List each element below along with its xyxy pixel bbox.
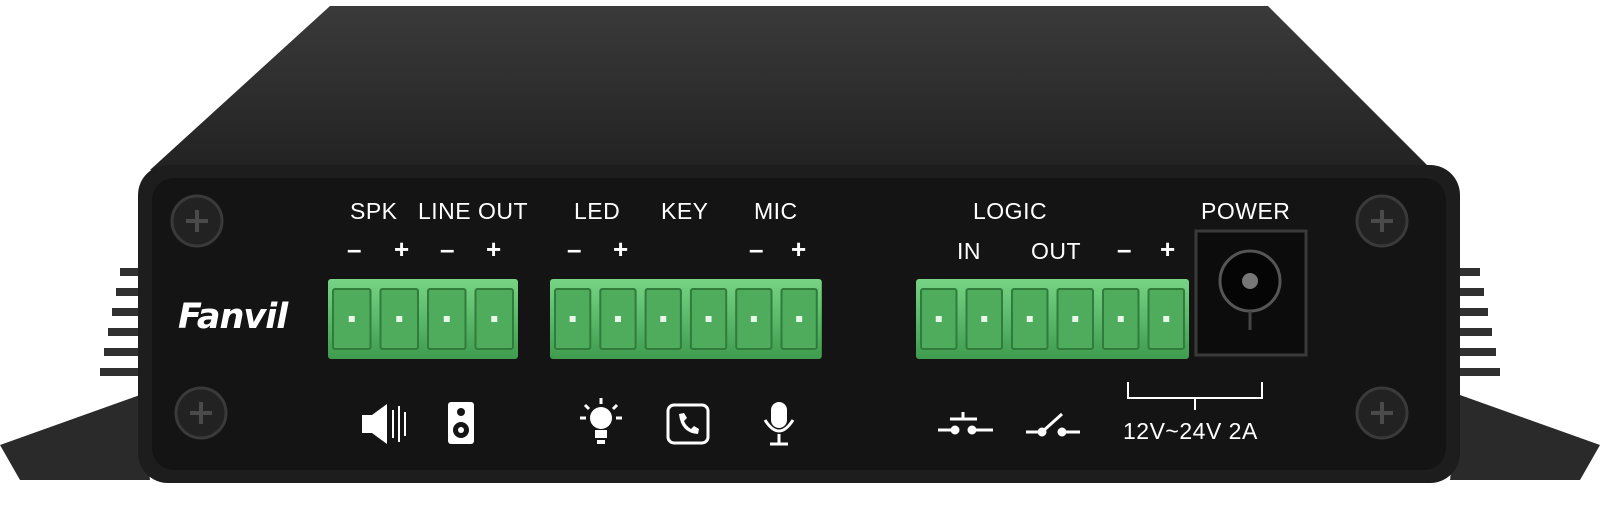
right-flange [1450,395,1600,480]
power-rating-label: 12V~24V 2A [1123,418,1258,444]
line-out-minus: – [440,234,455,264]
line-out-plus: + [486,234,502,264]
logic-in-label: IN [957,238,981,264]
logic-label: LOGIC [973,198,1048,224]
left-flange [0,395,150,480]
spk-minus: – [347,234,362,264]
line-out-label: LINE OUT [418,198,529,224]
io-terminal-pin-screw [705,316,712,322]
screw-top-right [1355,194,1409,248]
io-terminal-pin-screw [660,316,667,322]
device-photo: Fanvil SPK LINE OUT LED KEY MIC LOGIC PO… [0,0,1600,506]
io-terminal-pin-screw [750,316,757,322]
audio-terminal-pin-screw [396,316,403,322]
logic-terminal-pin-screw [981,316,988,322]
logic-terminal-pin-screw [1117,316,1124,322]
logic-terminal-pin-screw [1163,316,1170,322]
device-lid [150,6,1432,170]
audio-terminal-pin-screw [443,316,450,322]
power-jack-icon [1194,229,1308,357]
audio-terminal-pin-screw [491,316,498,322]
io-terminal-pin-screw [569,316,576,322]
logic-minus: – [1117,234,1132,264]
mic-plus: + [791,234,807,264]
logic-terminal-pin-screw [1026,316,1033,322]
logic-terminal-pin-screw [935,316,942,322]
audio-terminal-pin-screw [348,316,355,322]
io-terminal-pin-screw [614,316,621,322]
logic-terminal [916,279,1189,359]
mic-minus: – [749,234,764,264]
key-label: KEY [661,198,709,224]
line-out-speaker-icon [448,402,474,444]
io-terminal-pin-screw [796,316,803,322]
brand-logo: Fanvil [178,297,288,337]
logic-terminal-pin-screw [1072,316,1079,322]
led-minus: – [567,234,582,264]
mic-label: MIC [754,198,798,224]
led-label: LED [574,198,621,224]
screw-bottom-left [174,386,228,440]
logic-plus: + [1160,234,1176,264]
spk-plus: + [394,234,410,264]
io-terminal [550,279,822,359]
led-plus: + [613,234,629,264]
power-label: POWER [1201,198,1291,224]
spk-label: SPK [350,198,398,224]
screw-top-left [170,194,224,248]
logic-out-label: OUT [1031,238,1082,264]
audio-terminal [328,279,518,359]
screw-bottom-right [1355,386,1409,440]
